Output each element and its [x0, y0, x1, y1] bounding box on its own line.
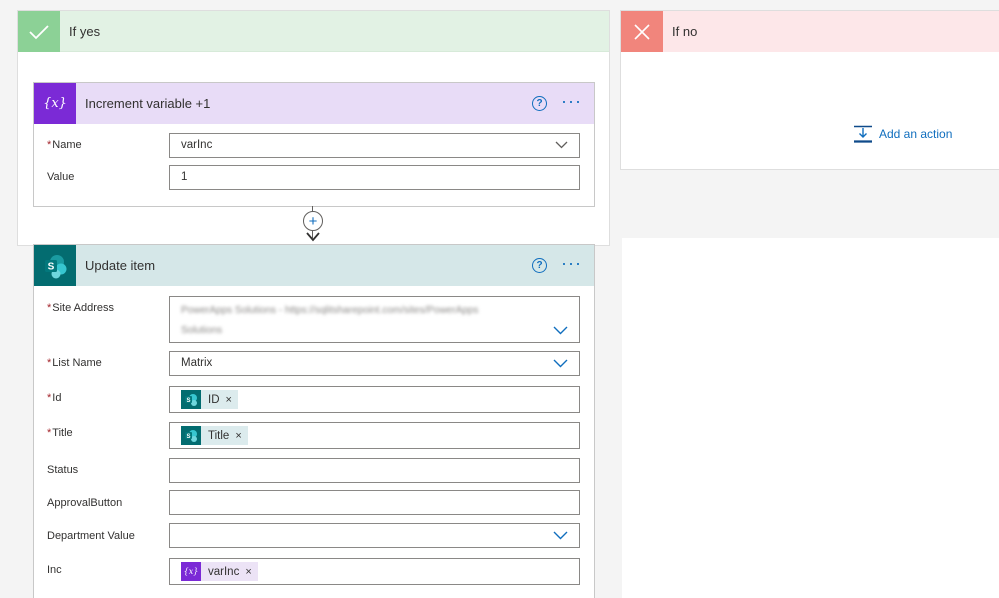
variable-icon: {x} [34, 83, 76, 124]
site-address-label-text: Site Address [52, 302, 115, 314]
name-label: *Name [47, 139, 82, 151]
arrow-down-icon [306, 232, 320, 242]
id-input[interactable]: S ID × [169, 386, 580, 413]
more-options-icon[interactable]: ··· [561, 92, 582, 112]
update-item-card: S Update item ? ··· *Site Address PowerA… [33, 244, 595, 598]
help-icon[interactable]: ? [532, 96, 548, 111]
name-dropdown-value: varInc [181, 139, 213, 151]
increment-variable-header[interactable]: {x} Increment variable +1 ? ··· [34, 83, 594, 124]
title-input[interactable]: S Title × [169, 422, 580, 449]
svg-text:S: S [48, 261, 55, 272]
variable-icon-glyph: {x} [183, 567, 199, 576]
update-item-header[interactable]: S Update item ? ··· [34, 245, 594, 286]
title-label: *Title [47, 427, 73, 439]
remove-token-icon[interactable]: × [235, 430, 241, 442]
list-name-dropdown[interactable]: Matrix [169, 351, 580, 376]
chevron-down-icon [553, 359, 568, 368]
department-value-dropdown[interactable] [169, 523, 580, 548]
svg-text:S: S [186, 397, 190, 403]
sharepoint-icon: S [181, 390, 201, 409]
increment-variable-title: Increment variable +1 [85, 96, 211, 111]
approval-button-input[interactable] [169, 490, 580, 515]
site-address-dropdown[interactable]: PowerApps Solutions - https://sqlitshare… [169, 296, 580, 343]
id-label-text: Id [52, 392, 62, 404]
inc-token[interactable]: {x} varInc × [181, 562, 258, 581]
remove-token-icon[interactable]: × [245, 566, 251, 578]
variable-icon-glyph: {x} [43, 96, 67, 111]
plus-icon: + [308, 212, 318, 230]
update-item-title: Update item [85, 258, 156, 273]
add-an-action-label: Add an action [879, 127, 953, 141]
add-an-action-button[interactable]: Add an action [853, 125, 952, 143]
status-label: Status [47, 464, 79, 476]
value-input[interactable]: 1 [169, 165, 580, 190]
value-input-value: 1 [181, 171, 188, 183]
if-yes-header[interactable]: If yes [18, 11, 609, 52]
close-icon [621, 11, 663, 52]
site-address-label: *Site Address [47, 302, 115, 314]
title-label-text: Title [52, 427, 73, 439]
id-token[interactable]: S ID × [181, 390, 238, 409]
list-name-value: Matrix [181, 357, 213, 369]
if-no-header[interactable]: If no [621, 11, 999, 52]
approval-button-label: ApprovalButton [47, 497, 123, 509]
variable-icon: {x} [181, 562, 201, 581]
increment-variable-card: {x} Increment variable +1 ? ··· *Name va… [33, 82, 595, 207]
value-label: Value [47, 171, 75, 183]
add-action-icon [854, 125, 872, 143]
site-address-value-line1: PowerApps Solutions - https://sqlitshare… [181, 305, 479, 316]
sharepoint-icon: S [34, 245, 76, 286]
inc-input[interactable]: {x} varInc × [169, 558, 580, 585]
help-icon[interactable]: ? [532, 258, 548, 273]
inc-label: Inc [47, 564, 62, 576]
checkmark-icon [18, 11, 60, 52]
inc-token-label: varInc [208, 565, 240, 578]
sharepoint-icon: S [181, 426, 201, 445]
department-value-label: Department Value [47, 530, 135, 542]
canvas-background [622, 238, 999, 598]
chevron-down-icon [553, 326, 568, 335]
chevron-down-icon [553, 531, 568, 540]
more-options-icon[interactable]: ··· [561, 254, 582, 274]
list-name-label-text: List Name [52, 357, 102, 369]
name-dropdown[interactable]: varInc [169, 133, 580, 158]
id-token-label: ID [208, 393, 220, 406]
title-token-label: Title [208, 429, 230, 442]
name-label-text: Name [52, 139, 82, 151]
id-label: *Id [47, 392, 62, 404]
svg-text:S: S [186, 433, 190, 439]
if-yes-title: If yes [69, 24, 101, 39]
site-address-value-line2: Solutions [181, 325, 223, 336]
list-name-label: *List Name [47, 357, 102, 369]
chevron-down-icon [555, 141, 568, 149]
title-token[interactable]: S Title × [181, 426, 248, 445]
insert-step-button[interactable]: + [303, 211, 323, 231]
if-no-branch: If no Add an action [620, 10, 999, 170]
if-no-title: If no [672, 24, 698, 39]
status-input[interactable] [169, 458, 580, 483]
remove-token-icon[interactable]: × [226, 394, 232, 406]
